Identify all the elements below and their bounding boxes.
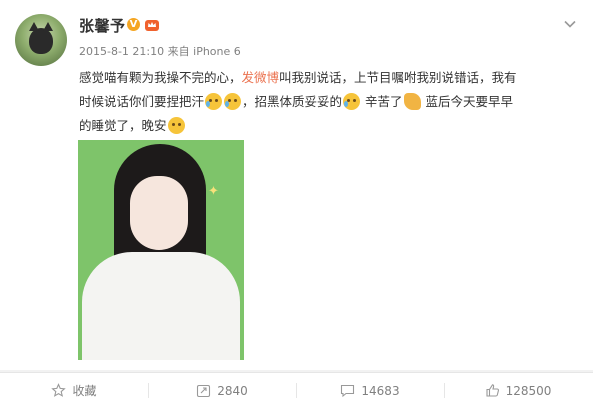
- post-time[interactable]: 2015-8-1 21:10: [79, 45, 164, 58]
- chevron-down-icon[interactable]: [563, 17, 577, 31]
- weibo-post-card: 张馨予 V 2015-8-1 21:10 来自 iPhone 6 感觉喵有颗为我…: [0, 0, 593, 370]
- text-segment: ，招黑体质妥妥的: [242, 94, 343, 109]
- text-segment: 感觉喵有颗为我操不完的心，: [79, 70, 242, 85]
- handshake-emoji-icon: [403, 93, 421, 110]
- action-toolbar: 收藏 2840 14683 128500: [0, 372, 593, 408]
- text-segment: 辛苦了: [361, 94, 403, 109]
- highlight-link[interactable]: 发微博: [242, 70, 280, 85]
- comment-button[interactable]: 14683: [296, 373, 444, 408]
- thumbs-up-icon: [486, 384, 499, 397]
- sparkle-icon: ✦: [208, 184, 219, 199]
- text-segment: 叫我别说话，上节目嘱咐我别说错话，我有: [279, 70, 517, 85]
- laugh-cry-emoji-icon: [205, 93, 223, 110]
- cat-avatar-icon: [29, 22, 53, 54]
- text-segment: 蓝后今天要早早: [421, 94, 513, 109]
- photo-face: [130, 176, 188, 250]
- repost-button[interactable]: 2840: [148, 373, 296, 408]
- member-crown-icon[interactable]: [144, 17, 160, 32]
- favorite-button[interactable]: 收藏: [0, 373, 148, 408]
- source-prefix: 来自: [167, 45, 190, 58]
- repost-icon: [197, 384, 211, 398]
- text-segment: 的睡觉了，晚安: [79, 118, 167, 133]
- laugh-cry-emoji-icon: [224, 93, 242, 110]
- sleepy-emoji-icon: [167, 117, 185, 134]
- like-count: 128500: [505, 383, 552, 398]
- post-photo[interactable]: ✦: [78, 140, 244, 360]
- post-meta: 2015-8-1 21:10 来自 iPhone 6: [79, 43, 241, 59]
- avatar[interactable]: [15, 14, 67, 66]
- repost-count: 2840: [217, 383, 248, 398]
- verified-badge-icon: V: [127, 18, 140, 31]
- favorite-label: 收藏: [72, 384, 97, 398]
- username[interactable]: 张馨予: [79, 15, 126, 36]
- post-source: iPhone 6: [193, 45, 241, 58]
- like-button[interactable]: 128500: [444, 373, 592, 408]
- post-text: 感觉喵有颗为我操不完的心，发微博叫我别说话，上节目嘱咐我别说错话，我有 时候说话…: [79, 66, 579, 138]
- comment-icon: [341, 384, 355, 398]
- comment-count: 14683: [361, 383, 400, 398]
- cry-emoji-icon: [343, 93, 361, 110]
- photo-robe: [82, 252, 240, 360]
- star-icon: [51, 383, 67, 397]
- text-segment: 时候说话你们要捏把汗: [79, 94, 205, 109]
